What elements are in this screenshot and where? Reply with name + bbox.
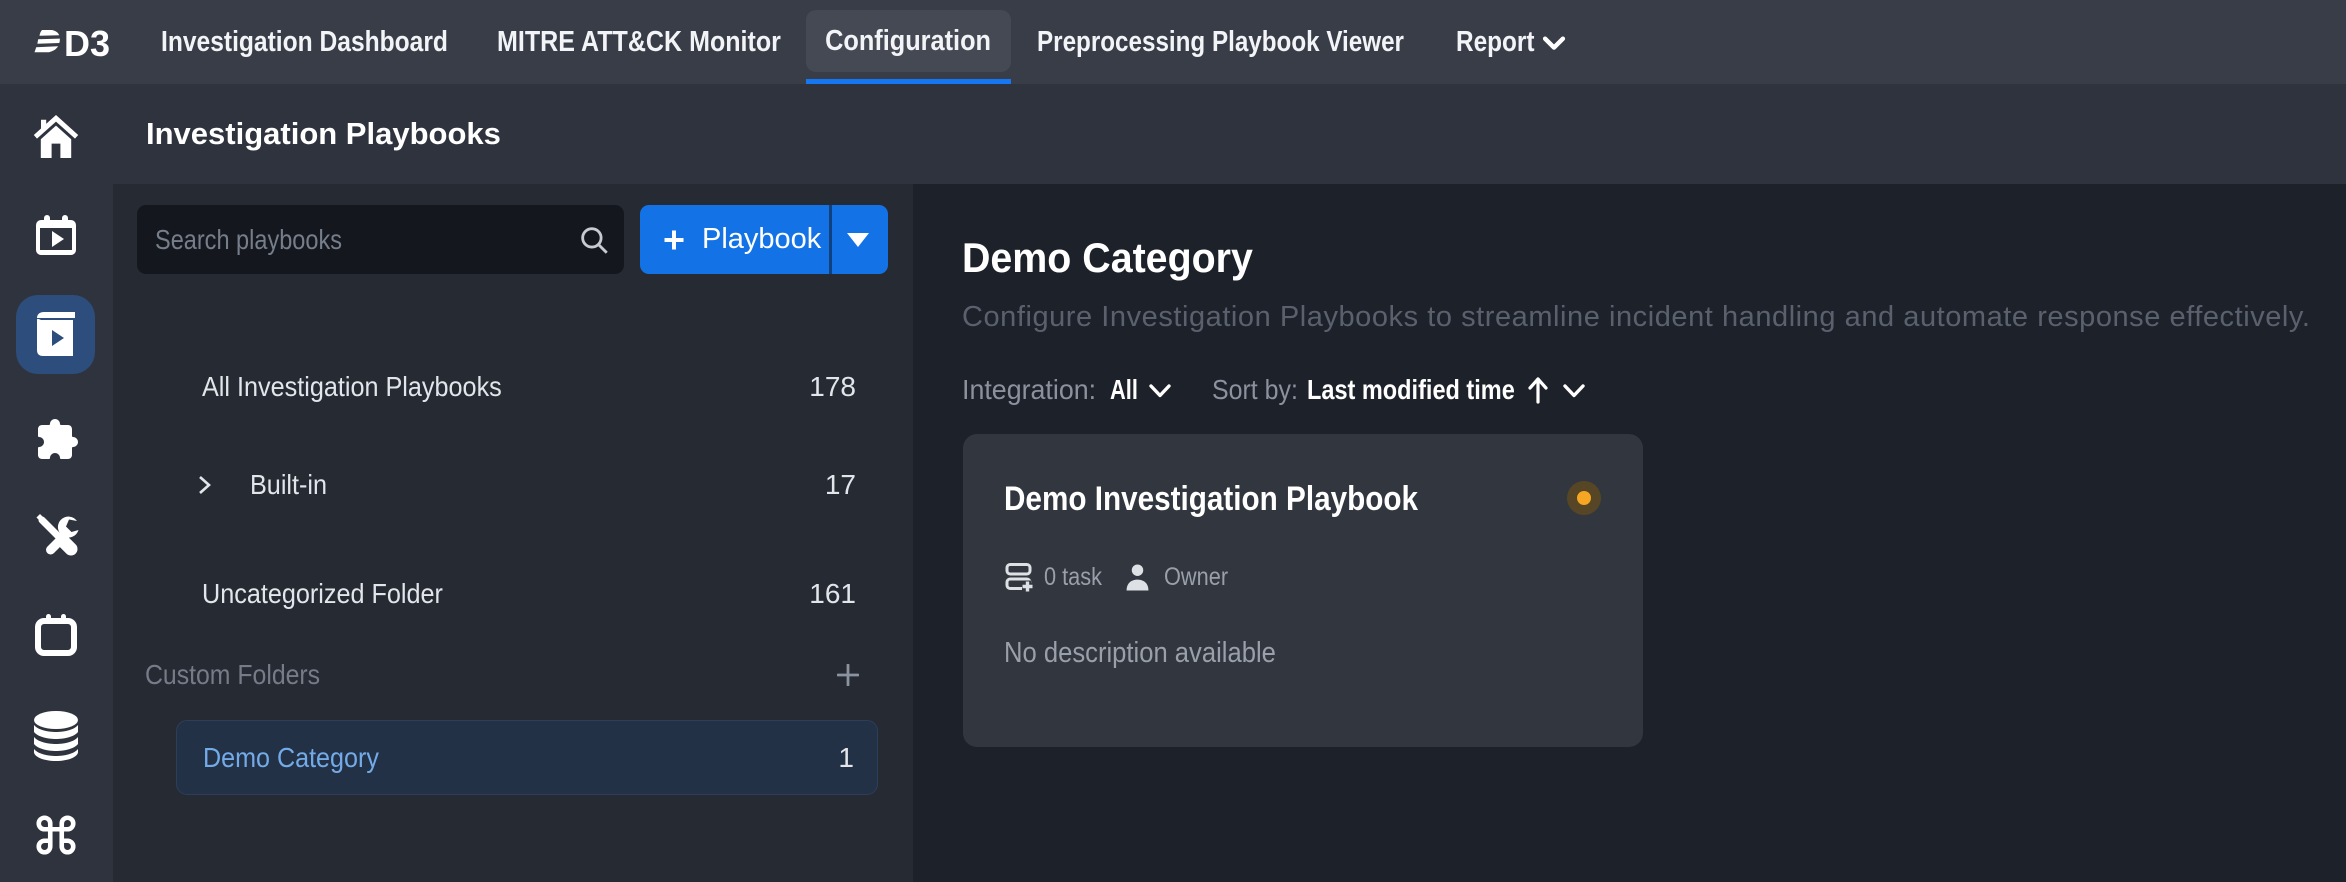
svg-text:D3: D3	[64, 26, 110, 62]
